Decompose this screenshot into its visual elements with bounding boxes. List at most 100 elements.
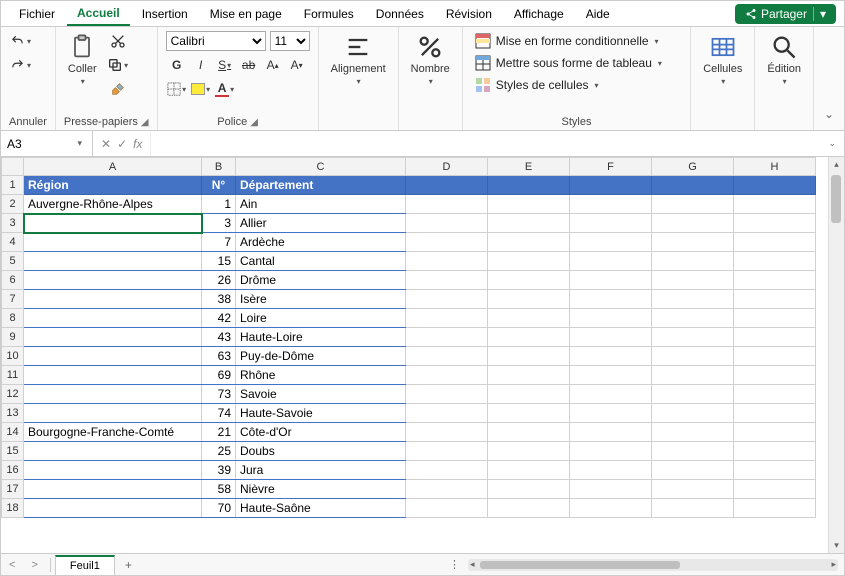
cell[interactable] xyxy=(652,461,734,480)
cell[interactable] xyxy=(734,404,816,423)
cell-styles-button[interactable]: Styles de cellules▾ xyxy=(471,75,603,95)
cell[interactable] xyxy=(734,214,816,233)
cell[interactable] xyxy=(24,499,202,518)
cell[interactable] xyxy=(652,309,734,328)
row-header[interactable]: 6 xyxy=(2,271,24,290)
cell[interactable]: N° xyxy=(202,176,236,195)
row-header[interactable]: 12 xyxy=(2,385,24,404)
cell[interactable] xyxy=(24,290,202,309)
cell[interactable] xyxy=(570,461,652,480)
cell[interactable] xyxy=(24,480,202,499)
cell[interactable] xyxy=(652,347,734,366)
underline-button[interactable]: S▾ xyxy=(214,55,236,75)
name-box-input[interactable] xyxy=(7,137,73,151)
tab-accueil[interactable]: Accueil xyxy=(67,2,130,26)
cell[interactable] xyxy=(652,385,734,404)
cell[interactable] xyxy=(488,461,570,480)
undo-button[interactable]: ▾ xyxy=(9,31,31,51)
cell[interactable]: Auvergne-Rhône-Alpes xyxy=(24,195,202,214)
cell[interactable]: Ardèche xyxy=(236,233,406,252)
cell[interactable] xyxy=(570,423,652,442)
row-header[interactable]: 8 xyxy=(2,309,24,328)
grow-font-button[interactable]: A▴ xyxy=(262,55,284,75)
paste-button[interactable]: Coller▾ xyxy=(64,31,101,88)
cell[interactable] xyxy=(734,366,816,385)
row-header[interactable]: 1 xyxy=(2,176,24,195)
row-header[interactable]: 9 xyxy=(2,328,24,347)
row-header[interactable]: 10 xyxy=(2,347,24,366)
cell[interactable] xyxy=(406,195,488,214)
cell[interactable] xyxy=(406,271,488,290)
cell[interactable] xyxy=(24,233,202,252)
scrollbar-thumb[interactable] xyxy=(480,561,680,569)
expand-formula-bar-button[interactable]: ⌄ xyxy=(820,138,844,149)
scroll-right-icon[interactable]: ▸ xyxy=(831,559,836,570)
cell[interactable] xyxy=(570,309,652,328)
cell[interactable] xyxy=(406,252,488,271)
cell[interactable]: 3 xyxy=(202,214,236,233)
cancel-formula-button[interactable]: ✕ xyxy=(101,137,111,151)
cell[interactable] xyxy=(24,328,202,347)
cell[interactable]: Drôme xyxy=(236,271,406,290)
cell[interactable] xyxy=(570,366,652,385)
cell[interactable]: Loire xyxy=(236,309,406,328)
row-header[interactable]: 16 xyxy=(2,461,24,480)
vertical-scrollbar[interactable]: ▴ ▾ xyxy=(828,157,844,553)
cell[interactable] xyxy=(570,176,652,195)
share-button[interactable]: Partager ▾ xyxy=(735,4,836,24)
dialog-launcher-icon[interactable]: ◢ xyxy=(141,117,149,128)
cells-button[interactable]: Cellules▾ xyxy=(699,31,746,88)
cell[interactable] xyxy=(652,214,734,233)
alignment-button[interactable]: Alignement▾ xyxy=(327,31,390,88)
cell[interactable] xyxy=(734,423,816,442)
cell[interactable] xyxy=(24,366,202,385)
scroll-up-icon[interactable]: ▴ xyxy=(829,159,844,170)
cell[interactable] xyxy=(652,480,734,499)
cell[interactable]: Puy-de-Dôme xyxy=(236,347,406,366)
cell[interactable] xyxy=(488,271,570,290)
cell[interactable] xyxy=(488,366,570,385)
cut-button[interactable] xyxy=(107,31,129,51)
row-header[interactable]: 7 xyxy=(2,290,24,309)
col-header-A[interactable]: A xyxy=(24,158,202,176)
cell[interactable] xyxy=(488,423,570,442)
cell[interactable]: Département xyxy=(236,176,406,195)
cell[interactable] xyxy=(406,328,488,347)
sheet-tab[interactable]: Feuil1 xyxy=(55,555,115,575)
cell[interactable] xyxy=(24,385,202,404)
col-header-H[interactable]: H xyxy=(734,158,816,176)
cell[interactable] xyxy=(652,442,734,461)
col-header-B[interactable]: B xyxy=(202,158,236,176)
row-header[interactable]: 17 xyxy=(2,480,24,499)
row-header[interactable]: 18 xyxy=(2,499,24,518)
cell[interactable] xyxy=(570,499,652,518)
conditional-formatting-button[interactable]: Mise en forme conditionnelle▾ xyxy=(471,31,663,51)
row-header[interactable]: 2 xyxy=(2,195,24,214)
tab-revision[interactable]: Révision xyxy=(436,3,502,25)
cell[interactable]: 69 xyxy=(202,366,236,385)
cell[interactable] xyxy=(652,423,734,442)
cell[interactable]: Haute-Savoie xyxy=(236,404,406,423)
cell[interactable] xyxy=(406,233,488,252)
cell[interactable]: 63 xyxy=(202,347,236,366)
cell[interactable] xyxy=(488,176,570,195)
cell[interactable] xyxy=(734,347,816,366)
add-sheet-button[interactable]: + xyxy=(115,558,142,572)
cell[interactable]: 25 xyxy=(202,442,236,461)
cell[interactable] xyxy=(734,309,816,328)
cell[interactable]: 15 xyxy=(202,252,236,271)
cell[interactable] xyxy=(24,461,202,480)
cell[interactable] xyxy=(406,499,488,518)
cell[interactable]: 39 xyxy=(202,461,236,480)
number-button[interactable]: Nombre▾ xyxy=(407,31,454,88)
copy-button[interactable]: ▾ xyxy=(107,55,129,75)
cell[interactable]: Nièvre xyxy=(236,480,406,499)
fill-color-button[interactable]: ▾ xyxy=(190,79,212,99)
dialog-launcher-icon[interactable]: ◢ xyxy=(250,117,258,128)
font-color-button[interactable]: A▾ xyxy=(214,79,236,99)
cell[interactable] xyxy=(24,309,202,328)
cell[interactable]: Cantal xyxy=(236,252,406,271)
row-header[interactable]: 4 xyxy=(2,233,24,252)
col-header-F[interactable]: F xyxy=(570,158,652,176)
cell[interactable] xyxy=(406,366,488,385)
